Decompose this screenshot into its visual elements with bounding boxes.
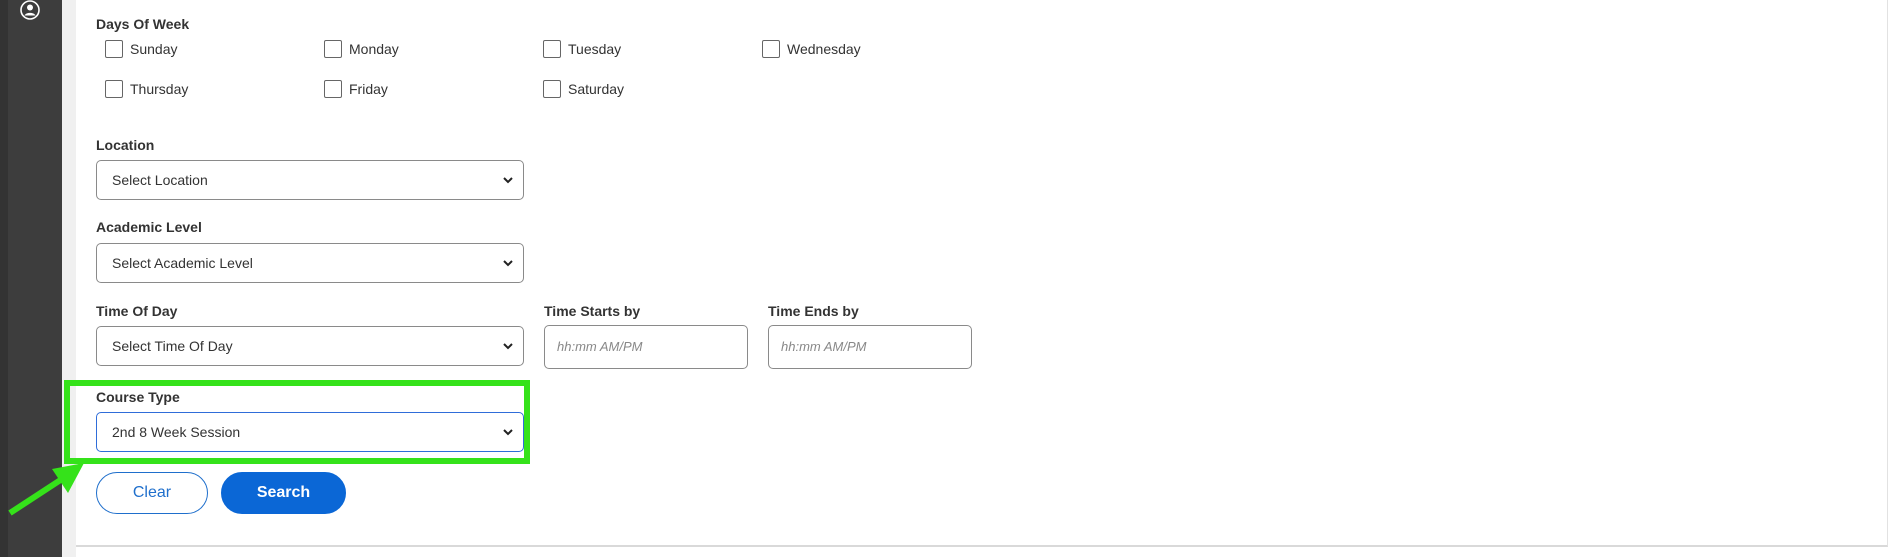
search-button[interactable]: Search	[221, 472, 346, 514]
day-checkbox-tuesday[interactable]: Tuesday	[543, 39, 621, 59]
time-of-day-value: Select Time Of Day	[112, 338, 233, 354]
academic-level-label: Academic Level	[96, 219, 202, 235]
time-starts-by-label: Time Starts by	[544, 303, 641, 319]
chevron-down-icon	[503, 343, 513, 350]
days-of-week-label: Days Of Week	[96, 16, 190, 32]
day-checkbox-wednesday[interactable]: Wednesday	[762, 39, 861, 59]
user-icon[interactable]	[20, 0, 40, 20]
checkbox[interactable]	[324, 40, 342, 58]
day-checkbox-sunday[interactable]: Sunday	[105, 39, 177, 59]
academic-level-value: Select Academic Level	[112, 255, 253, 271]
academic-level-select[interactable]: Select Academic Level	[96, 243, 524, 283]
time-ends-by-placeholder: hh:mm AM/PM	[781, 339, 867, 354]
time-starts-by-input[interactable]: hh:mm AM/PM	[544, 325, 748, 369]
checkbox[interactable]	[105, 80, 123, 98]
time-of-day-select[interactable]: Select Time Of Day	[96, 326, 524, 366]
location-value: Select Location	[112, 172, 208, 188]
day-label: Monday	[349, 41, 399, 57]
checkbox[interactable]	[324, 80, 342, 98]
time-ends-by-input[interactable]: hh:mm AM/PM	[768, 325, 972, 369]
checkbox[interactable]	[543, 80, 561, 98]
day-checkbox-saturday[interactable]: Saturday	[543, 79, 624, 99]
checkbox[interactable]	[105, 40, 123, 58]
day-label: Saturday	[568, 81, 625, 97]
arrow-annotation	[8, 463, 84, 516]
chevron-down-icon	[503, 177, 513, 184]
chevron-down-icon	[503, 260, 513, 267]
time-ends-by-label: Time Ends by	[768, 303, 859, 319]
day-checkbox-thursday[interactable]: Thursday	[105, 79, 188, 99]
day-label: Wednesday	[787, 41, 861, 57]
time-starts-by-placeholder: hh:mm AM/PM	[557, 339, 643, 354]
location-select[interactable]: Select Location	[96, 160, 524, 200]
highlight-box	[64, 380, 530, 464]
location-label: Location	[96, 137, 155, 153]
day-label: Friday	[349, 81, 388, 97]
day-label: Sunday	[130, 41, 178, 57]
day-checkbox-monday[interactable]: Monday	[324, 39, 399, 59]
time-of-day-label: Time Of Day	[96, 303, 178, 319]
day-label: Thursday	[130, 81, 189, 97]
checkbox[interactable]	[543, 40, 561, 58]
checkbox[interactable]	[762, 40, 780, 58]
day-checkbox-friday[interactable]: Friday	[324, 79, 388, 99]
day-label: Tuesday	[568, 41, 622, 57]
